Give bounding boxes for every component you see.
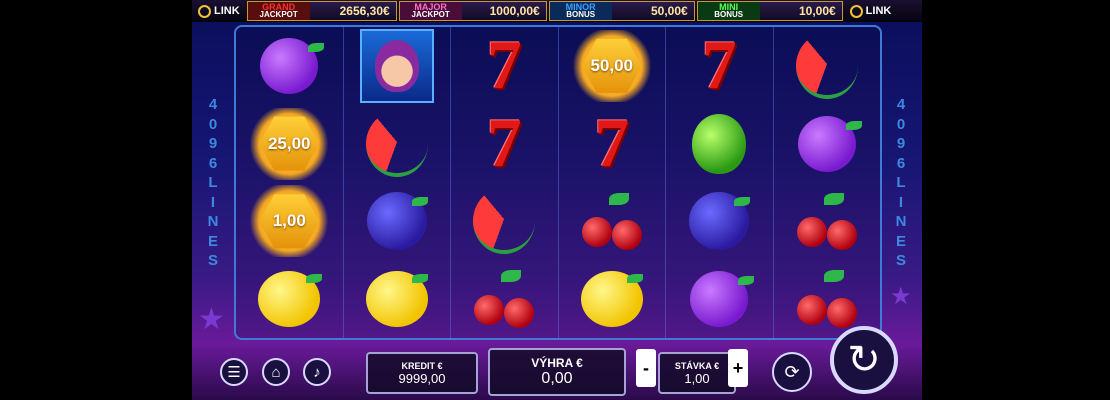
jackpot-major-value: 1000,00€ [489,4,540,18]
lines-label-right: 4096LINES [895,96,907,269]
lemon-symbol [236,260,343,338]
watermelon-symbol [451,183,558,261]
kredit-display: KREDIT € 9999,00 [366,352,478,394]
vyhra-value: 0,00 [541,370,573,387]
jackpot-bar: LINK GRAND JACKPOT 2656,30€ MAJOR JACKPOT … [192,0,922,22]
grapes-symbol [236,27,343,105]
home-icon[interactable]: ⌂ [262,358,290,386]
seven-symbol: 7 [594,104,630,182]
menu-icon[interactable]: ☰ [220,358,248,386]
joker-face-icon [374,39,419,92]
vyhra-display: VÝHRA € 0,00 [488,348,626,396]
jackpot-mini: MINI BONUS 10,00€ [696,1,843,21]
autoplay-icon[interactable]: ⟳ [772,352,812,392]
jackpot-minor: MINOR BONUS 50,00€ [548,1,695,21]
coin-symbol: 50,00 [559,27,666,105]
coin-value: 50,00 [590,55,634,75]
coin-symbol: 25,00 [236,105,343,183]
grapes-symbol [774,105,881,183]
stavka-display: STÁVKA € 1,00 [658,352,736,394]
star-decoration: ★ [198,303,225,336]
cherry-symbol [559,183,666,261]
reel-6 [774,27,881,338]
cherry-symbol [774,183,881,261]
q-logo-icon [849,4,863,18]
stavka-value: 1,00 [684,370,710,386]
reel-4: 50,00 7 [559,27,666,338]
brand-logo-right: LINK [844,4,898,18]
lines-label-left: 4096LINES [207,96,219,269]
brand-logo-left: LINK [192,4,246,18]
seven-symbol: 7 [486,26,522,104]
slot-game: LINK GRAND JACKPOT 2656,30€ MAJOR JACKPOT … [192,0,922,400]
plum-symbol [666,183,773,261]
pear-symbol [666,105,773,183]
reel-5: 7 [666,27,774,338]
reel-1: 25,00 1,00 [236,27,344,338]
bet-decrease-button[interactable]: - [636,349,656,387]
watermelon-symbol [774,27,881,105]
jackpot-grand-value: 2656,30€ [339,4,390,18]
kredit-value: 9999,00 [398,370,446,386]
bet-increase-button[interactable]: + [728,349,748,387]
sound-icon[interactable]: ♪ [303,358,331,386]
coin-value: 1,00 [272,211,306,231]
plum-symbol [344,183,451,261]
cherry-symbol [451,260,558,338]
star-decoration: ★ [890,283,912,310]
spin-icon[interactable]: ↻ [830,326,898,394]
jackpot-major: MAJOR JACKPOT 1000,00€ [398,1,547,21]
reel-2 [344,27,451,338]
grapes-symbol [666,260,773,338]
jackpot-grand: GRAND JACKPOT 2656,30€ [246,1,397,21]
coin-symbol: 1,00 [236,183,343,261]
jackpot-mini-value: 10,00€ [798,4,836,18]
q-logo-icon [198,4,211,18]
watermelon-symbol [344,105,451,183]
coin-value: 25,00 [267,133,311,153]
joker-symbol [344,27,451,105]
seven-symbol: 7 [701,26,737,104]
seven-symbol: 7 [486,104,522,182]
lemon-symbol [344,260,451,338]
jackpot-minor-value: 50,00€ [650,4,688,18]
reel-grid: 25,00 1,00 7 7 50,00 7 7 [234,25,882,340]
reel-3: 7 7 [451,27,559,338]
lemon-symbol [559,260,666,338]
